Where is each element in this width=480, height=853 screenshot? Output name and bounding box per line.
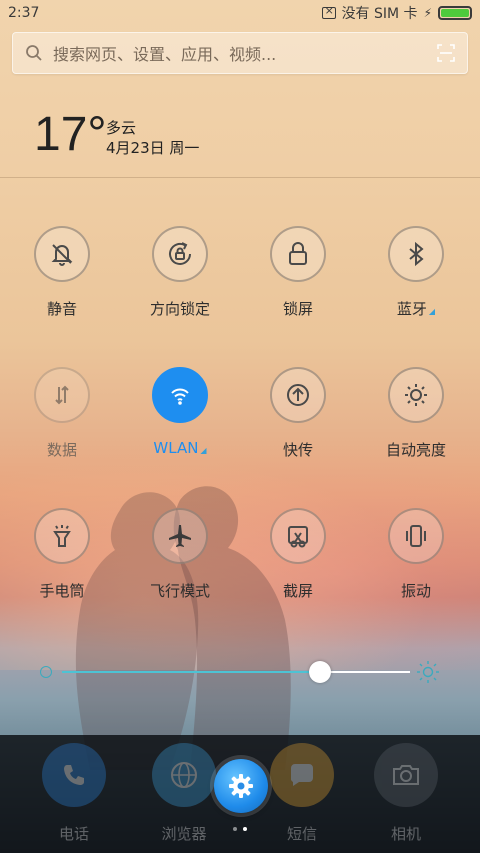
dock-label: 相机 bbox=[390, 825, 421, 843]
wifi-icon bbox=[152, 367, 208, 423]
dock-app-camera[interactable]: 相机 bbox=[346, 743, 466, 844]
weather-condition: 多云 bbox=[106, 119, 137, 137]
toggle-quick-transfer[interactable]: 快传 bbox=[238, 367, 358, 460]
no-sim-icon bbox=[321, 4, 336, 19]
data-arrows-icon bbox=[34, 367, 90, 423]
toggle-label: 自动亮度 bbox=[385, 441, 446, 459]
more-indicator-icon: ◢ bbox=[200, 446, 207, 455]
weather-widget[interactable]: 17° 多云 4月23日 周一 bbox=[0, 85, 480, 178]
toggle-label: 方向锁定 bbox=[149, 300, 210, 318]
search-placeholder: 搜索网页、设置、应用、视频... bbox=[53, 45, 277, 64]
toggle-rotation-lock[interactable]: 方向锁定 bbox=[120, 226, 240, 319]
toggle-vibrate[interactable]: 振动 bbox=[356, 508, 476, 601]
toggle-label: WLAN bbox=[153, 439, 199, 457]
dock-label: 短信 bbox=[286, 825, 317, 843]
airplane-icon bbox=[152, 508, 208, 564]
sim-status-text: 没有 SIM 卡 bbox=[341, 6, 418, 22]
scan-icon[interactable] bbox=[437, 44, 455, 62]
brightness-slider[interactable] bbox=[40, 660, 440, 684]
bell-off-icon bbox=[34, 226, 90, 282]
toggle-label-wrap: WLAN ◢ bbox=[120, 439, 240, 457]
toggle-label: 振动 bbox=[400, 582, 431, 600]
message-icon bbox=[270, 743, 334, 807]
battery-icon bbox=[438, 6, 472, 20]
dock-label: 浏览器 bbox=[161, 825, 207, 843]
toggle-label: 截屏 bbox=[282, 582, 313, 600]
more-indicator-icon: ◢ bbox=[428, 307, 436, 316]
toggle-lock-screen[interactable]: 锁屏 bbox=[238, 226, 358, 319]
brightness-high-icon bbox=[417, 661, 439, 683]
toggle-label: 飞行模式 bbox=[149, 582, 210, 600]
toggle-label: 蓝牙 bbox=[396, 300, 427, 318]
status-bar: 2:37 没有 SIM 卡 ⚡ bbox=[0, 0, 480, 26]
bluetooth-icon bbox=[388, 226, 444, 282]
sun-icon bbox=[388, 367, 444, 423]
toggle-label: 数据 bbox=[46, 441, 77, 459]
charging-icon: ⚡ bbox=[423, 6, 432, 20]
gear-icon bbox=[229, 774, 253, 798]
page-dot-active bbox=[243, 827, 247, 831]
upload-arrow-icon bbox=[270, 367, 326, 423]
toggle-label: 锁屏 bbox=[282, 300, 313, 318]
slider-fill bbox=[62, 671, 320, 673]
lock-icon bbox=[270, 226, 326, 282]
flashlight-icon bbox=[34, 508, 90, 564]
clock: 2:37 bbox=[8, 5, 40, 21]
toggle-auto-brightness[interactable]: 自动亮度 bbox=[356, 367, 476, 460]
vibrate-icon bbox=[388, 508, 444, 564]
dock-app-phone[interactable]: 电话 bbox=[14, 743, 134, 844]
brightness-low-icon bbox=[40, 666, 52, 678]
battery-level bbox=[441, 9, 469, 17]
weather-date: 4月23日 周一 bbox=[106, 139, 200, 157]
toggle-flashlight[interactable]: 手电筒 bbox=[2, 508, 122, 601]
toggle-data[interactable]: 数据 bbox=[2, 367, 122, 460]
camera-icon bbox=[374, 743, 438, 807]
toggle-airplane[interactable]: 飞行模式 bbox=[120, 508, 240, 601]
scissors-icon bbox=[270, 508, 326, 564]
temperature: 17° bbox=[34, 108, 107, 161]
status-indicators: 没有 SIM 卡 ⚡ bbox=[321, 3, 472, 23]
toggle-label-wrap: 蓝牙 ◢ bbox=[356, 298, 476, 319]
globe-icon bbox=[152, 743, 216, 807]
search-bar[interactable]: 搜索网页、设置、应用、视频... bbox=[12, 32, 468, 74]
toggle-wlan[interactable]: WLAN ◢ bbox=[120, 367, 240, 457]
toggle-bluetooth[interactable]: 蓝牙 ◢ bbox=[356, 226, 476, 319]
toggle-mute[interactable]: 静音 bbox=[2, 226, 122, 319]
search-icon bbox=[26, 45, 42, 61]
toggle-label: 手电筒 bbox=[39, 582, 85, 600]
dock-label: 电话 bbox=[58, 825, 89, 843]
settings-shortcut-button[interactable] bbox=[214, 759, 268, 813]
toggle-label: 快传 bbox=[282, 441, 313, 459]
phone-icon bbox=[42, 743, 106, 807]
page-dot bbox=[233, 827, 237, 831]
toggle-label: 静音 bbox=[46, 300, 77, 318]
rotation-lock-icon bbox=[152, 226, 208, 282]
page-indicator bbox=[233, 827, 247, 831]
toggle-screenshot[interactable]: 截屏 bbox=[238, 508, 358, 601]
slider-thumb[interactable] bbox=[308, 661, 331, 683]
